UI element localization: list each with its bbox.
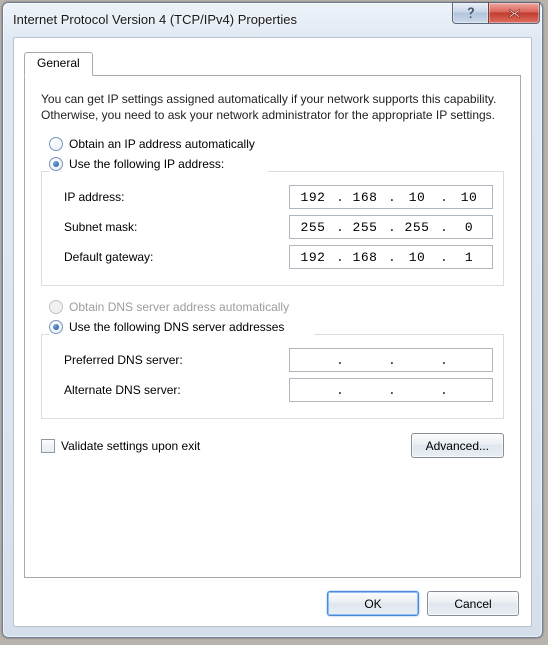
- tab-row: General: [24, 46, 531, 74]
- input-alternate-dns[interactable]: . . .: [289, 378, 493, 402]
- row-default-gateway: Default gateway: 192. 168. 10. 1: [52, 245, 493, 269]
- cancel-button[interactable]: Cancel: [427, 591, 519, 616]
- label-default-gateway: Default gateway:: [52, 250, 289, 264]
- close-icon: [507, 7, 522, 20]
- dialog-window: Internet Protocol Version 4 (TCP/IPv4) P…: [2, 2, 543, 638]
- ip-group: IP address: 192. 168. 10. 10 Subnet mask…: [41, 171, 504, 286]
- radio-ip-auto[interactable]: Obtain an IP address automatically: [49, 137, 504, 151]
- row-ip-address: IP address: 192. 168. 10. 10: [52, 185, 493, 209]
- dialog-body: General You can get IP settings assigned…: [13, 37, 532, 627]
- intro-text: You can get IP settings assigned automat…: [41, 91, 504, 123]
- titlebar: Internet Protocol Version 4 (TCP/IPv4) P…: [3, 3, 542, 35]
- checkbox-validate[interactable]: Validate settings upon exit: [41, 439, 200, 453]
- radio-icon: [49, 300, 63, 314]
- radio-icon: [49, 157, 63, 171]
- label-ip-address: IP address:: [52, 190, 289, 204]
- input-ip-address[interactable]: 192. 168. 10. 10: [289, 185, 493, 209]
- ok-button[interactable]: OK: [327, 591, 419, 616]
- window-buttons: [452, 2, 540, 24]
- label-preferred-dns: Preferred DNS server:: [52, 353, 289, 367]
- validate-row: Validate settings upon exit Advanced...: [41, 433, 504, 458]
- label-alternate-dns: Alternate DNS server:: [52, 383, 289, 397]
- advanced-button[interactable]: Advanced...: [411, 433, 504, 458]
- close-button[interactable]: [488, 2, 540, 24]
- radio-icon: [49, 137, 63, 151]
- radio-ip-manual[interactable]: Use the following IP address:: [49, 157, 504, 171]
- checkbox-icon: [41, 439, 55, 453]
- radio-label: Obtain DNS server address automatically: [69, 300, 289, 314]
- dns-group: Preferred DNS server: . . . Alternate DN…: [41, 334, 504, 419]
- radio-dns-manual[interactable]: Use the following DNS server addresses: [49, 320, 504, 334]
- radio-label: Obtain an IP address automatically: [69, 137, 255, 151]
- radio-label: Use the following IP address:: [69, 157, 224, 171]
- row-alternate-dns: Alternate DNS server: . . .: [52, 378, 493, 402]
- row-preferred-dns: Preferred DNS server: . . .: [52, 348, 493, 372]
- radio-icon: [49, 320, 63, 334]
- label-subnet-mask: Subnet mask:: [52, 220, 289, 234]
- checkbox-label: Validate settings upon exit: [61, 439, 200, 453]
- input-default-gateway[interactable]: 192. 168. 10. 1: [289, 245, 493, 269]
- input-preferred-dns[interactable]: . . .: [289, 348, 493, 372]
- help-button[interactable]: [452, 2, 488, 24]
- row-subnet-mask: Subnet mask: 255. 255. 255. 0: [52, 215, 493, 239]
- tab-panel-general: You can get IP settings assigned automat…: [24, 75, 521, 578]
- footer-buttons: OK Cancel: [327, 591, 519, 616]
- help-icon: [464, 6, 478, 20]
- radio-dns-auto: Obtain DNS server address automatically: [49, 300, 504, 314]
- input-subnet-mask[interactable]: 255. 255. 255. 0: [289, 215, 493, 239]
- radio-label: Use the following DNS server addresses: [69, 320, 284, 334]
- tab-general[interactable]: General: [24, 52, 93, 76]
